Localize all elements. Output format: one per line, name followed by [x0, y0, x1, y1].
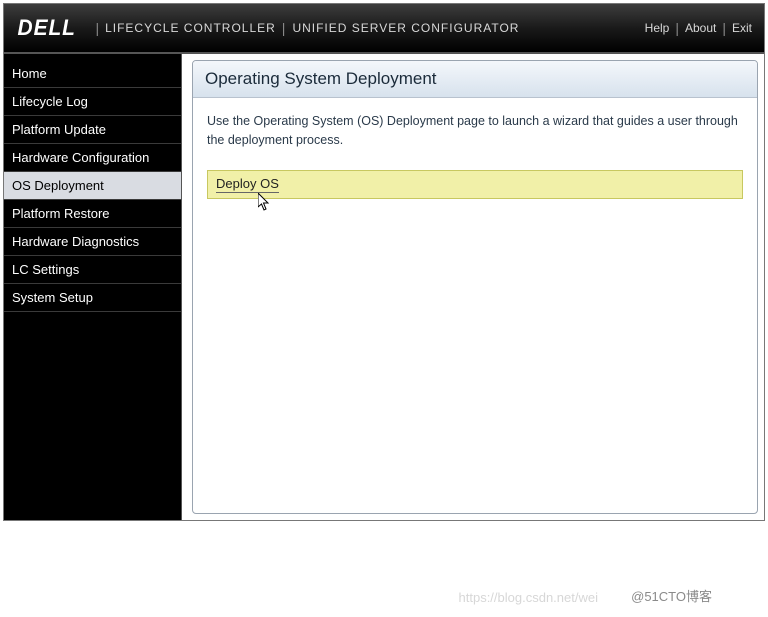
sidebar-item-system-setup[interactable]: System Setup — [4, 284, 181, 312]
deploy-os-button[interactable]: Deploy OS — [207, 170, 743, 199]
deploy-os-label: Deploy OS — [216, 176, 279, 193]
link-separator-2: | — [722, 20, 726, 36]
watermark-attribution: @51CTO博客 — [631, 586, 712, 605]
sidebar-item-home[interactable]: Home — [4, 60, 181, 88]
header-title-separator: | — [282, 20, 287, 36]
header-title-2: UNIFIED SERVER CONFIGURATOR — [292, 21, 519, 35]
main-panel: Operating System Deployment Use the Oper… — [192, 60, 758, 514]
watermark-url: https://blog.csdn.net/wei — [459, 590, 598, 605]
page-title: Operating System Deployment — [193, 61, 757, 98]
sidebar: Home Lifecycle Log Platform Update Hardw… — [4, 54, 182, 520]
exit-link[interactable]: Exit — [732, 21, 752, 35]
body: Home Lifecycle Log Platform Update Hardw… — [4, 54, 764, 520]
sidebar-item-platform-update[interactable]: Platform Update — [4, 116, 181, 144]
link-separator-1: | — [675, 20, 679, 36]
dell-logo: DELL — [18, 15, 76, 41]
sidebar-item-platform-restore[interactable]: Platform Restore — [4, 200, 181, 228]
header-bar: DELL | LIFECYCLE CONTROLLER | UNIFIED SE… — [4, 4, 764, 54]
sidebar-item-hardware-diagnostics[interactable]: Hardware Diagnostics — [4, 228, 181, 256]
sidebar-item-lifecycle-log[interactable]: Lifecycle Log — [4, 88, 181, 116]
header-title: LIFECYCLE CONTROLLER | UNIFIED SERVER CO… — [105, 20, 519, 36]
header-title-1: LIFECYCLE CONTROLLER — [105, 21, 276, 35]
app-window: DELL | LIFECYCLE CONTROLLER | UNIFIED SE… — [3, 3, 765, 521]
panel-body: Use the Operating System (OS) Deployment… — [193, 98, 757, 213]
page-description: Use the Operating System (OS) Deployment… — [207, 112, 743, 150]
main-area: Operating System Deployment Use the Oper… — [182, 54, 764, 520]
sidebar-item-lc-settings[interactable]: LC Settings — [4, 256, 181, 284]
header-links: Help | About | Exit — [645, 20, 752, 36]
header-separator: | — [95, 20, 99, 36]
help-link[interactable]: Help — [645, 21, 670, 35]
sidebar-item-os-deployment[interactable]: OS Deployment — [4, 172, 181, 200]
sidebar-item-hardware-configuration[interactable]: Hardware Configuration — [4, 144, 181, 172]
about-link[interactable]: About — [685, 21, 716, 35]
